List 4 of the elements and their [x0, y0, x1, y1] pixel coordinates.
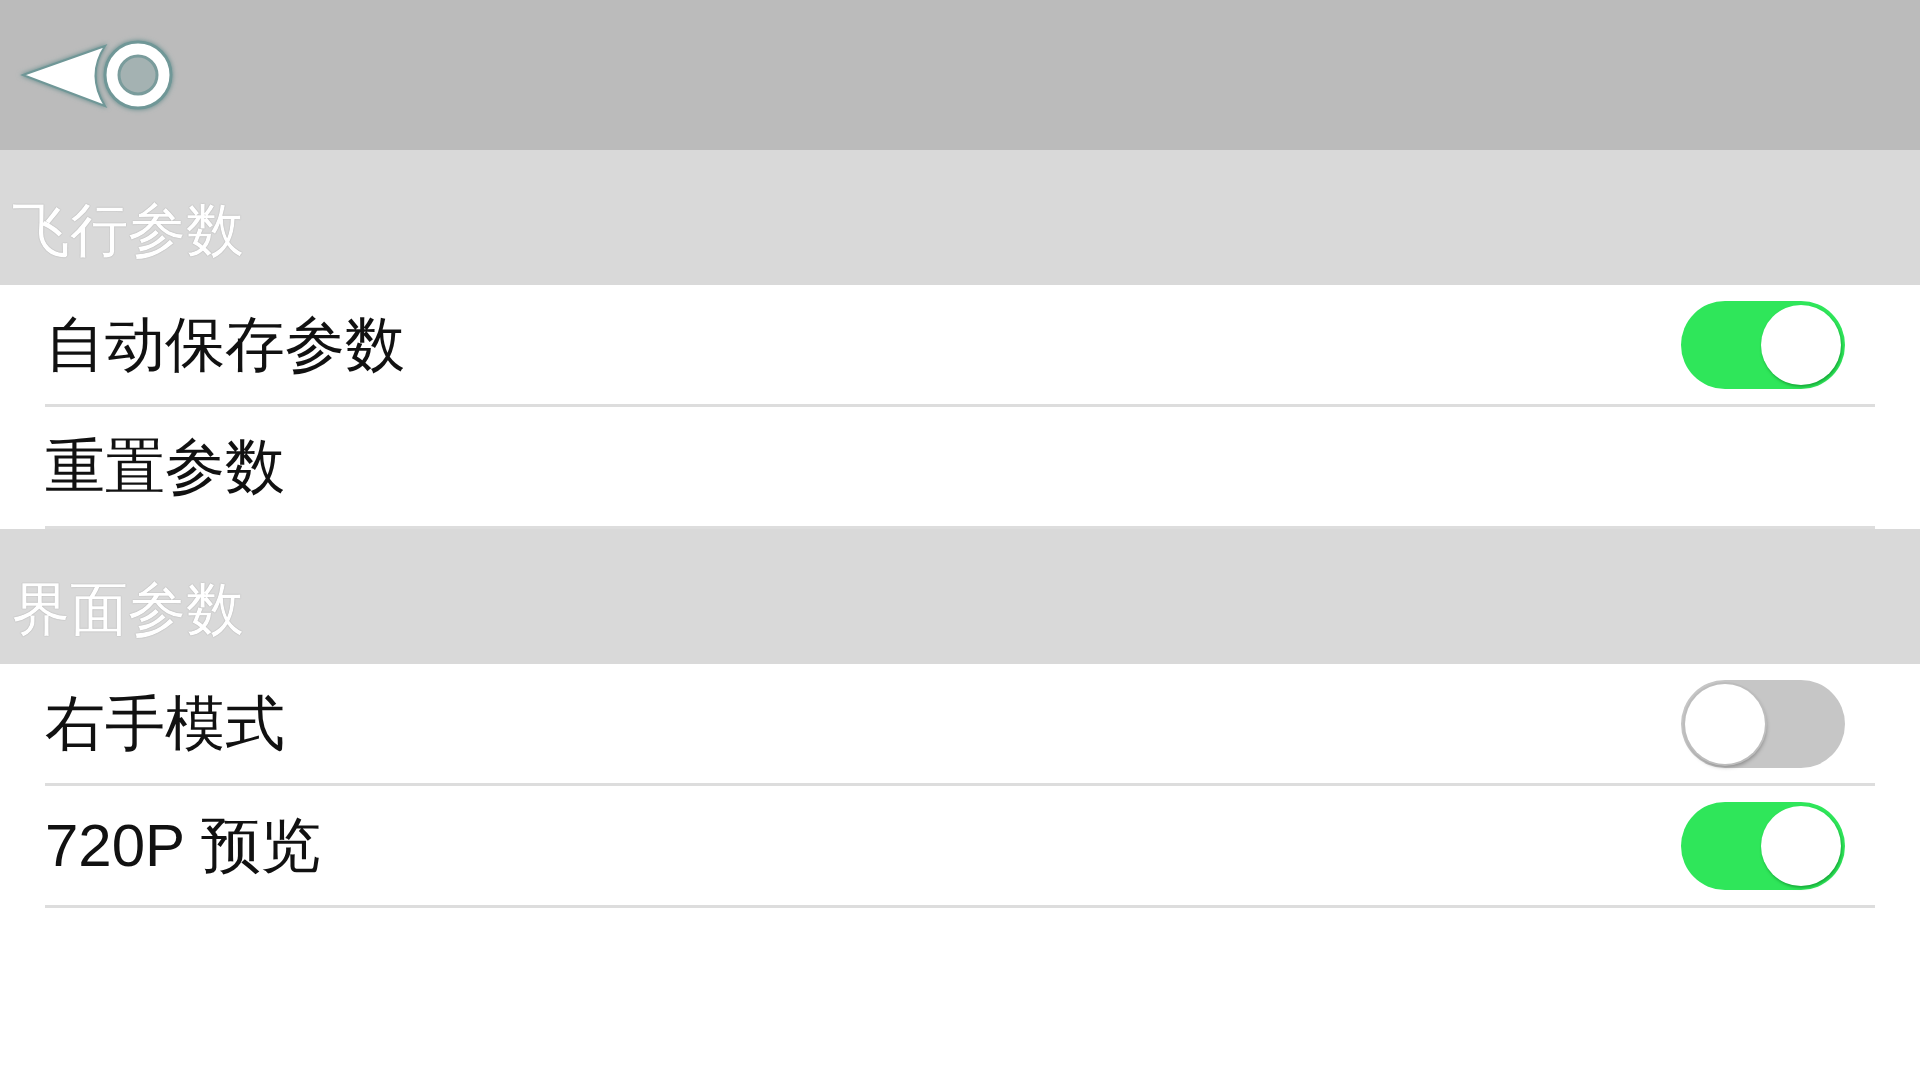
- setting-label: 720P 预览: [45, 812, 321, 879]
- setting-label[interactable]: 重置参数: [45, 433, 285, 500]
- setting-label: 自动保存参数: [45, 311, 405, 378]
- setting-label: 右手模式: [45, 690, 285, 757]
